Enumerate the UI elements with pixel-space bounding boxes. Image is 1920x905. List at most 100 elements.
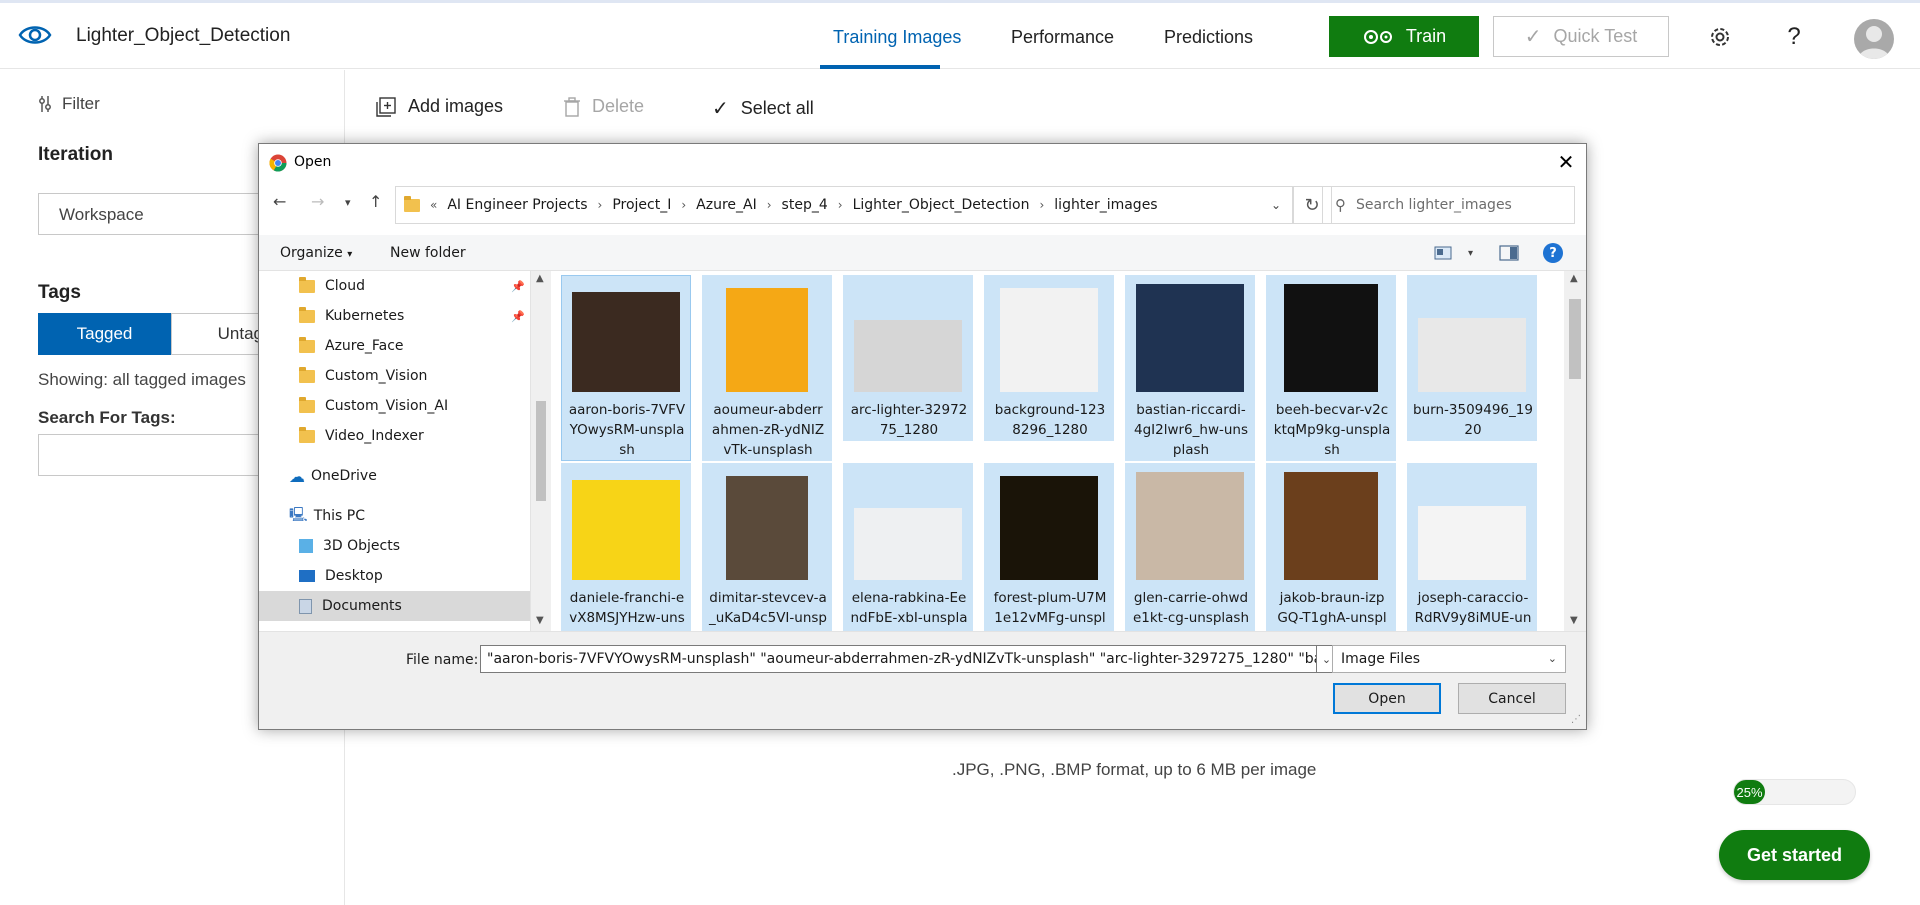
scroll-down-icon[interactable]: ▼ [1570,615,1578,626]
add-image-icon [376,96,396,117]
chrome-icon [269,154,287,172]
file-tile[interactable]: elena-rabkina-Ee ndFbE-xbI-unspla [843,463,973,631]
add-images-label: Add images [408,96,504,116]
nav-item[interactable]: Documents [259,591,530,621]
breadcrumb-item[interactable]: lighter_images [1054,197,1157,213]
nav-item[interactable]: 3D Objects [259,531,530,561]
breadcrumb-overflow[interactable]: « [430,198,437,212]
navigation-scrollbar[interactable]: ▲ ▼ [531,271,551,631]
file-tile[interactable]: aoumeur-abderr ahmen-zR-ydNIZ vTk-unsplash [702,275,832,461]
tab-performance[interactable]: Performance [1011,27,1114,48]
scroll-up-icon[interactable]: ▲ [536,273,544,284]
tagged-button[interactable]: Tagged [38,313,171,355]
breadcrumb-item[interactable]: AI Engineer Projects [447,197,587,213]
breadcrumb-item[interactable]: Project_I [612,197,671,213]
file-type-select[interactable]: Image Files ⌄ [1332,645,1566,673]
nav-item-label: Custom_Vision [325,368,428,384]
address-bar[interactable]: « AI Engineer Projects › Project_I › Azu… [395,186,1294,224]
scroll-up-icon[interactable]: ▲ [1570,273,1578,284]
new-folder-button[interactable]: New folder [390,245,466,261]
nav-item-label: Documents [322,598,402,614]
file-tile[interactable]: forest-plum-U7M 1e12vMFg-unspl [984,463,1114,631]
filter-button[interactable]: Filter [38,94,100,114]
gears-icon [1363,29,1392,44]
cancel-button[interactable]: Cancel [1458,683,1566,714]
organize-menu[interactable]: Organize ▾ [280,245,352,261]
nav-item[interactable]: Kubernetes 📌 [259,301,530,331]
train-button[interactable]: Train [1329,16,1479,57]
file-tile[interactable]: burn-3509496_19 20 [1407,275,1537,441]
recent-locations-chevron-icon[interactable]: ▾ [345,196,351,209]
navigation-pane: Cloud 📌 Kubernetes 📌 Azure_Face Custom_Vision… [259,271,531,631]
get-started-button[interactable]: Get started [1719,830,1870,880]
chevron-right-icon: › [1039,198,1045,212]
file-tile[interactable]: glen-carrie-ohwd e1kt-cg-unsplash [1125,463,1255,631]
nav-item-label: This PC [313,508,365,524]
close-icon[interactable]: ✕ [1555,152,1577,174]
file-tile[interactable]: beeh-becvar-v2c ktqMp9kg-unspla sh [1266,275,1396,461]
file-tile[interactable]: bastian-riccardi- 4gI2lwr6_hw-uns plash [1125,275,1255,461]
file-tile[interactable]: joseph-caraccio- RdRV9y8iMUE-un [1407,463,1537,631]
nav-item[interactable]: Cloud 📌 [259,271,530,301]
forward-arrow-icon[interactable]: → [311,192,324,211]
nav-item-label: Cloud [325,278,365,294]
delete-button[interactable]: Delete [564,96,644,117]
file-name-label: sh [619,442,635,458]
file-name-input[interactable]: "aaron-boris-7VFVYOwysRM-unsplash" "aoum… [480,645,1317,673]
eye-logo-icon[interactable] [18,21,52,49]
file-grid-scrollbar[interactable]: ▲ ▼ [1564,271,1586,631]
open-button[interactable]: Open [1333,683,1441,714]
breadcrumb-item[interactable]: Azure_AI [696,197,757,213]
nav-item[interactable]: Desktop [259,561,530,591]
add-images-button[interactable]: Add images [376,96,503,117]
view-options-chevron-icon[interactable]: ▾ [1468,248,1473,259]
file-name-label: forest-plum-U7M [993,590,1107,606]
file-name-label: ahmen-zR-ydNIZ [711,422,825,438]
image-thumbnail [1418,318,1526,392]
file-name-label: vTk-unsplash [723,442,813,458]
quick-test-button[interactable]: ✓ Quick Test [1493,16,1669,57]
change-view-icon[interactable] [1434,245,1454,261]
select-all-button[interactable]: ✓ Select all [712,96,814,121]
settings-gear-icon[interactable] [1706,23,1734,51]
preview-pane-icon[interactable] [1499,245,1519,261]
file-tile[interactable]: arc-lighter-32972 75_1280 [843,275,973,441]
scrollbar-thumb[interactable] [1569,299,1581,379]
file-tile[interactable]: daniele-franchi-e vX8MSJYHzw-uns [561,463,691,631]
file-tile[interactable]: dimitar-stevcev-a _uKaD4c5VI-unsp [702,463,832,631]
search-input[interactable]: ⚲ Search lighter_images [1322,186,1575,224]
image-thumbnail [854,320,962,392]
back-arrow-icon[interactable]: ← [273,192,286,211]
nav-item[interactable]: Video_Indexer [259,421,530,451]
nav-item[interactable]: Custom_Vision_AI [259,391,530,421]
breadcrumb-item[interactable]: Lighter_Object_Detection [853,197,1030,213]
user-avatar[interactable] [1854,19,1894,59]
file-tile[interactable]: background-123 8296_1280 [984,275,1114,441]
nav-item[interactable]: ☁ OneDrive [259,461,530,491]
select-all-label: Select all [740,98,814,118]
file-name-label: File name: [406,652,479,668]
breadcrumb-item[interactable]: step_4 [782,197,828,213]
file-name-label: 8296_1280 [1012,422,1088,438]
tab-predictions[interactable]: Predictions [1164,27,1253,48]
file-tile[interactable]: aaron-boris-7VFV YOwysRM-unspla sh [561,275,691,461]
nav-item[interactable]: Custom_Vision [259,361,530,391]
file-name-label: 4gI2lwr6_hw-uns [1133,422,1249,438]
file-tile[interactable]: jakob-braun-izp GQ-T1ghA-unspl [1266,463,1396,631]
scroll-down-icon[interactable]: ▼ [536,615,544,626]
nav-item[interactable]: Azure_Face [259,331,530,361]
organize-label: Organize [280,245,343,261]
up-arrow-icon[interactable]: ↑ [369,192,382,211]
help-icon[interactable]: ? [1780,23,1808,51]
tab-training-images[interactable]: Training Images [833,27,961,48]
nav-item-label: Kubernetes [325,308,405,324]
onedrive-cloud-icon: ☁ [289,466,305,486]
address-dropdown-icon[interactable]: ⌄ [1271,198,1281,212]
scrollbar-thumb[interactable] [536,401,546,501]
image-thumbnail [1136,284,1244,392]
search-icon: ⚲ [1335,196,1346,214]
help-icon[interactable]: ? [1543,243,1564,263]
nav-item[interactable]: 🖳 This PC [259,501,530,531]
resize-grip-icon[interactable]: ⋰ [1571,714,1581,725]
filter-label: Filter [62,94,100,113]
